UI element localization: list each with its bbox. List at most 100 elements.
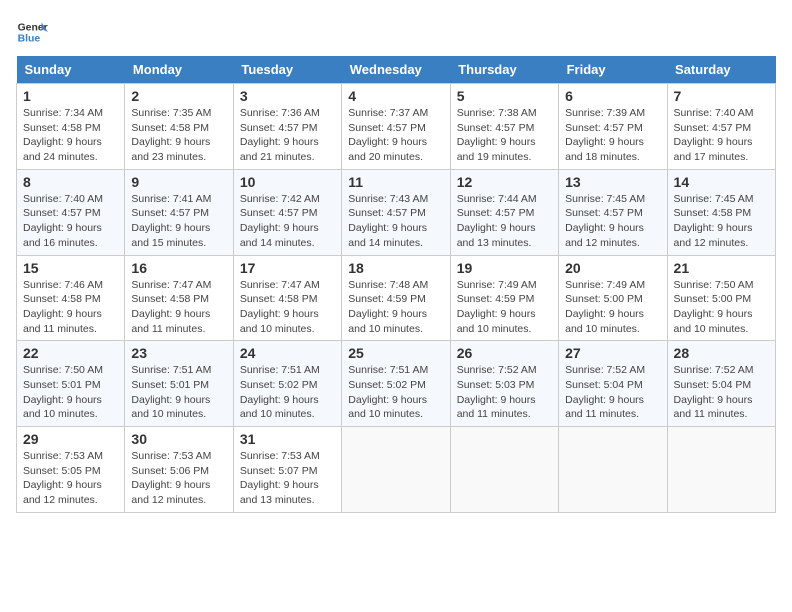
day-number: 8 [23, 174, 118, 190]
day-info: Sunrise: 7:46 AMSunset: 4:58 PMDaylight:… [23, 278, 118, 337]
logo: General Blue [16, 16, 48, 48]
day-number: 5 [457, 88, 552, 104]
day-info: Sunrise: 7:48 AMSunset: 4:59 PMDaylight:… [348, 278, 443, 337]
day-cell-12: 12 Sunrise: 7:44 AMSunset: 4:57 PMDayligh… [450, 169, 558, 255]
day-info: Sunrise: 7:52 AMSunset: 5:03 PMDaylight:… [457, 363, 552, 422]
day-number: 25 [348, 345, 443, 361]
day-cell-21: 21 Sunrise: 7:50 AMSunset: 5:00 PMDayligh… [667, 255, 775, 341]
day-number: 29 [23, 431, 118, 447]
day-info: Sunrise: 7:52 AMSunset: 5:04 PMDaylight:… [674, 363, 769, 422]
day-info: Sunrise: 7:34 AMSunset: 4:58 PMDaylight:… [23, 106, 118, 165]
day-info: Sunrise: 7:44 AMSunset: 4:57 PMDaylight:… [457, 192, 552, 251]
day-cell-22: 22Sunrise: 7:50 AMSunset: 5:01 PMDayligh… [17, 341, 125, 427]
day-number: 20 [565, 260, 660, 276]
day-info: Sunrise: 7:36 AMSunset: 4:57 PMDaylight:… [240, 106, 335, 165]
day-cell-20: 20 Sunrise: 7:49 AMSunset: 5:00 PMDayligh… [559, 255, 667, 341]
day-info: Sunrise: 7:35 AMSunset: 4:58 PMDaylight:… [131, 106, 226, 165]
day-number: 30 [131, 431, 226, 447]
day-number: 27 [565, 345, 660, 361]
day-info: Sunrise: 7:49 AMSunset: 5:00 PMDaylight:… [565, 278, 660, 337]
day-number: 19 [457, 260, 552, 276]
day-number: 2 [131, 88, 226, 104]
header: General Blue [16, 16, 776, 48]
day-cell-19: 19 Sunrise: 7:49 AMSunset: 4:59 PMDayligh… [450, 255, 558, 341]
calendar-table: SundayMondayTuesdayWednesdayThursdayFrid… [16, 56, 776, 513]
day-cell-14: 14 Sunrise: 7:45 AMSunset: 4:58 PMDayligh… [667, 169, 775, 255]
day-number: 7 [674, 88, 769, 104]
day-info: Sunrise: 7:40 AMSunset: 4:57 PMDaylight:… [674, 106, 769, 165]
day-cell-1: 1Sunrise: 7:34 AMSunset: 4:58 PMDaylight… [17, 84, 125, 170]
column-header-tuesday: Tuesday [233, 56, 341, 84]
day-cell-11: 11 Sunrise: 7:43 AMSunset: 4:57 PMDayligh… [342, 169, 450, 255]
calendar-week-4: 22Sunrise: 7:50 AMSunset: 5:01 PMDayligh… [17, 341, 776, 427]
day-number: 18 [348, 260, 443, 276]
day-cell-26: 26 Sunrise: 7:52 AMSunset: 5:03 PMDayligh… [450, 341, 558, 427]
empty-cell [559, 427, 667, 513]
day-number: 9 [131, 174, 226, 190]
day-number: 24 [240, 345, 335, 361]
day-number: 13 [565, 174, 660, 190]
empty-cell [342, 427, 450, 513]
day-cell-4: 4Sunrise: 7:37 AMSunset: 4:57 PMDaylight… [342, 84, 450, 170]
day-info: Sunrise: 7:51 AMSunset: 5:02 PMDaylight:… [240, 363, 335, 422]
column-header-wednesday: Wednesday [342, 56, 450, 84]
day-cell-24: 24 Sunrise: 7:51 AMSunset: 5:02 PMDayligh… [233, 341, 341, 427]
column-header-sunday: Sunday [17, 56, 125, 84]
day-number: 11 [348, 174, 443, 190]
day-cell-15: 15 Sunrise: 7:46 AMSunset: 4:58 PMDayligh… [17, 255, 125, 341]
day-number: 15 [23, 260, 118, 276]
day-cell-2: 2 Sunrise: 7:35 AMSunset: 4:58 PMDaylight… [125, 84, 233, 170]
day-cell-29: 29 Sunrise: 7:53 AMSunset: 5:05 PMDayligh… [17, 427, 125, 513]
column-header-thursday: Thursday [450, 56, 558, 84]
day-number: 14 [674, 174, 769, 190]
day-info: Sunrise: 7:40 AMSunset: 4:57 PMDaylight:… [23, 192, 118, 251]
day-number: 12 [457, 174, 552, 190]
day-info: Sunrise: 7:53 AMSunset: 5:06 PMDaylight:… [131, 449, 226, 508]
day-number: 23 [131, 345, 226, 361]
calendar-week-3: 15 Sunrise: 7:46 AMSunset: 4:58 PMDayligh… [17, 255, 776, 341]
day-number: 17 [240, 260, 335, 276]
logo-icon: General Blue [16, 16, 48, 48]
day-cell-28: 28 Sunrise: 7:52 AMSunset: 5:04 PMDayligh… [667, 341, 775, 427]
column-header-friday: Friday [559, 56, 667, 84]
day-cell-10: 10 Sunrise: 7:42 AMSunset: 4:57 PMDayligh… [233, 169, 341, 255]
day-info: Sunrise: 7:51 AMSunset: 5:02 PMDaylight:… [348, 363, 443, 422]
day-number: 26 [457, 345, 552, 361]
day-number: 6 [565, 88, 660, 104]
day-info: Sunrise: 7:43 AMSunset: 4:57 PMDaylight:… [348, 192, 443, 251]
day-info: Sunrise: 7:39 AMSunset: 4:57 PMDaylight:… [565, 106, 660, 165]
day-info: Sunrise: 7:50 AMSunset: 5:00 PMDaylight:… [674, 278, 769, 337]
day-number: 4 [348, 88, 443, 104]
day-info: Sunrise: 7:53 AMSunset: 5:07 PMDaylight:… [240, 449, 335, 508]
day-number: 22 [23, 345, 118, 361]
day-cell-27: 27Sunrise: 7:52 AMSunset: 5:04 PMDayligh… [559, 341, 667, 427]
empty-cell [450, 427, 558, 513]
day-info: Sunrise: 7:38 AMSunset: 4:57 PMDaylight:… [457, 106, 552, 165]
day-cell-30: 30 Sunrise: 7:53 AMSunset: 5:06 PMDayligh… [125, 427, 233, 513]
day-cell-7: 7 Sunrise: 7:40 AMSunset: 4:57 PMDaylight… [667, 84, 775, 170]
day-number: 31 [240, 431, 335, 447]
day-info: Sunrise: 7:45 AMSunset: 4:57 PMDaylight:… [565, 192, 660, 251]
day-number: 3 [240, 88, 335, 104]
day-number: 28 [674, 345, 769, 361]
day-info: Sunrise: 7:41 AMSunset: 4:57 PMDaylight:… [131, 192, 226, 251]
day-info: Sunrise: 7:42 AMSunset: 4:57 PMDaylight:… [240, 192, 335, 251]
day-number: 10 [240, 174, 335, 190]
calendar-header-row: SundayMondayTuesdayWednesdayThursdayFrid… [17, 56, 776, 84]
column-header-saturday: Saturday [667, 56, 775, 84]
day-number: 16 [131, 260, 226, 276]
calendar-week-1: 1Sunrise: 7:34 AMSunset: 4:58 PMDaylight… [17, 84, 776, 170]
day-info: Sunrise: 7:45 AMSunset: 4:58 PMDaylight:… [674, 192, 769, 251]
day-cell-23: 23Sunrise: 7:51 AMSunset: 5:01 PMDayligh… [125, 341, 233, 427]
day-number: 21 [674, 260, 769, 276]
calendar-week-2: 8 Sunrise: 7:40 AMSunset: 4:57 PMDaylight… [17, 169, 776, 255]
calendar-body: 1Sunrise: 7:34 AMSunset: 4:58 PMDaylight… [17, 84, 776, 513]
day-info: Sunrise: 7:47 AMSunset: 4:58 PMDaylight:… [240, 278, 335, 337]
svg-text:Blue: Blue [18, 34, 41, 45]
day-info: Sunrise: 7:47 AMSunset: 4:58 PMDaylight:… [131, 278, 226, 337]
day-cell-6: 6 Sunrise: 7:39 AMSunset: 4:57 PMDaylight… [559, 84, 667, 170]
day-info: Sunrise: 7:49 AMSunset: 4:59 PMDaylight:… [457, 278, 552, 337]
day-cell-18: 18 Sunrise: 7:48 AMSunset: 4:59 PMDayligh… [342, 255, 450, 341]
day-cell-17: 17 Sunrise: 7:47 AMSunset: 4:58 PMDayligh… [233, 255, 341, 341]
day-info: Sunrise: 7:53 AMSunset: 5:05 PMDaylight:… [23, 449, 118, 508]
